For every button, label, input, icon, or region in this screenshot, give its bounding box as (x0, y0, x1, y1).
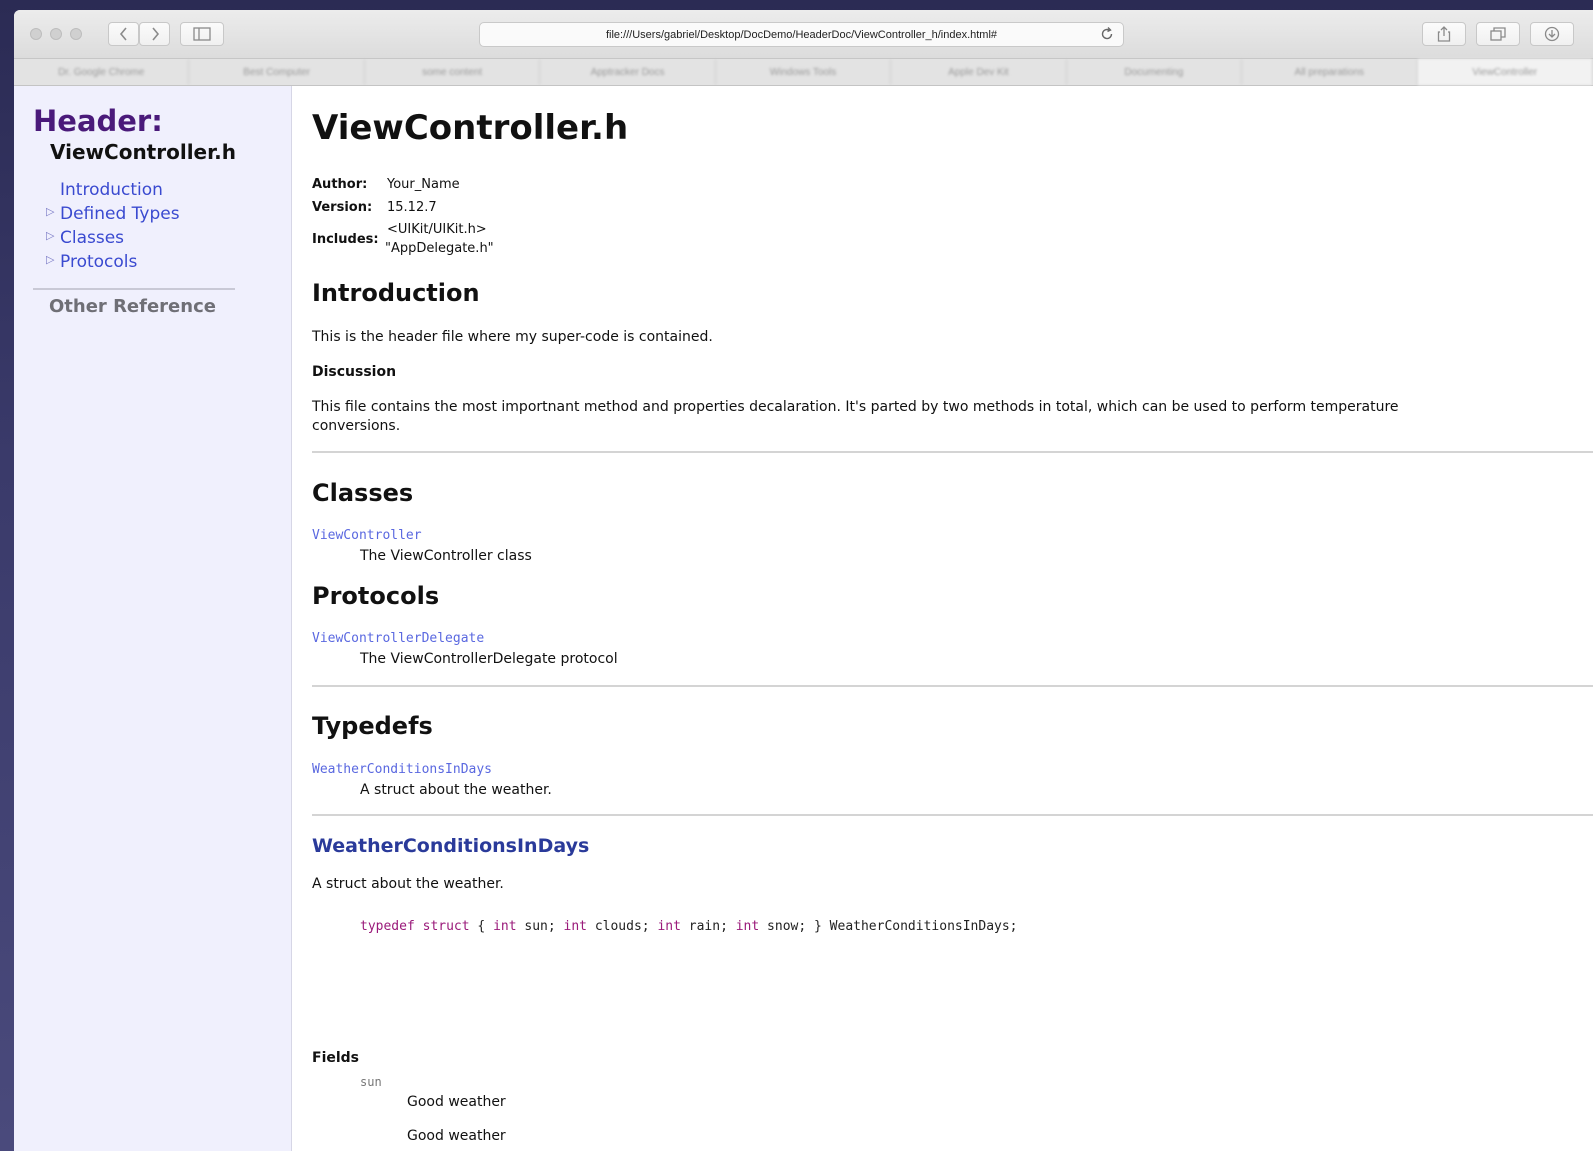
code-text: { (469, 919, 486, 934)
chevron-right-icon (151, 27, 159, 41)
code-text: sun; (516, 919, 556, 934)
bookmark-item[interactable]: Apptracker Docs (540, 59, 716, 85)
section-divider (312, 685, 1593, 687)
discussion-text: conversions. (312, 418, 401, 434)
disclosure-triangle-icon[interactable]: ▷ (46, 229, 54, 242)
code-keyword: int (657, 919, 681, 934)
tabs-overview-button[interactable] (1476, 22, 1520, 46)
download-icon (1544, 26, 1560, 42)
struct-declaration-code: typedef struct { int sun; int clouds; in… (360, 918, 1018, 936)
downloads-button[interactable] (1530, 22, 1574, 46)
struct-description: A struct about the weather. (312, 876, 504, 892)
author-label: Author: (312, 177, 368, 192)
introduction-text: This is the header file where my super-c… (312, 329, 713, 345)
code-keyword: int (563, 919, 587, 934)
struct-title: WeatherConditionsInDays (312, 835, 590, 857)
bookmark-item[interactable]: Apple Dev Kit (891, 59, 1067, 85)
bookmark-item[interactable]: some content (365, 59, 541, 85)
bookmark-item[interactable]: Windows Tools (716, 59, 892, 85)
sidebar-link-label: Classes (60, 228, 125, 248)
includes-value: <UIKit/UIKit.h> (387, 222, 487, 237)
sidebar-link-defined-types[interactable]: ▷ Defined Types (46, 204, 180, 224)
class-description: The ViewController class (360, 548, 532, 564)
code-keyword: int (735, 919, 760, 934)
protocol-link-viewcontrollerdelegate[interactable]: ViewControllerDelegate (312, 631, 484, 646)
disclosure-triangle-icon[interactable]: ▷ (46, 205, 54, 218)
section-heading-typedefs: Typedefs (312, 712, 433, 740)
sidebar-toggle-button[interactable] (180, 22, 224, 46)
code-text: clouds; (587, 919, 650, 934)
typedef-description: A struct about the weather. (360, 782, 552, 798)
section-divider (312, 814, 1593, 816)
fields-heading: Fields (312, 1050, 360, 1066)
bookmark-item-active[interactable]: ViewController (1417, 59, 1593, 85)
field-name: sun (360, 1075, 382, 1089)
field-description: Good weather (407, 1094, 506, 1110)
close-window-button[interactable] (30, 28, 42, 40)
code-text: rain; (680, 919, 728, 934)
class-link-viewcontroller[interactable]: ViewController (312, 528, 422, 543)
version-value: 15.12.7 (387, 200, 437, 215)
browser-toolbar: file:///Users/gabriel/Desktop/DocDemo/He… (14, 10, 1593, 59)
section-heading-classes: Classes (312, 479, 414, 507)
section-heading-protocols: Protocols (312, 582, 440, 610)
sidebar-header-label: Header: (33, 104, 163, 138)
tabs-icon (1490, 27, 1506, 41)
sidebar-link-classes[interactable]: ▷ Classes (46, 228, 125, 248)
protocol-description: The ViewControllerDelegate protocol (360, 651, 618, 667)
address-url: file:///Users/gabriel/Desktop/DocDemo/He… (605, 28, 998, 41)
sidebar-file-name: ViewController.h (50, 140, 236, 164)
code-text: snow; (759, 919, 807, 934)
browser-window: file:///Users/gabriel/Desktop/DocDemo/He… (14, 10, 1593, 1151)
includes-label: Includes: (312, 232, 379, 247)
sidebar-divider (33, 288, 235, 290)
back-button[interactable] (108, 22, 139, 46)
share-icon (1437, 26, 1451, 42)
section-divider (312, 451, 1593, 453)
bookmark-item[interactable]: Documenting (1067, 59, 1243, 85)
version-label: Version: (312, 200, 373, 215)
sidebar-link-label: Protocols (60, 252, 138, 272)
doc-content: ViewController.h Author: Your_Name Versi… (292, 86, 1593, 1151)
section-heading-introduction: Introduction (312, 279, 480, 307)
bookmark-item[interactable]: All preparations (1242, 59, 1418, 85)
reload-icon[interactable] (1099, 26, 1115, 42)
code-keyword: int (493, 919, 517, 934)
zoom-window-button[interactable] (70, 28, 82, 40)
sidebar-link-introduction[interactable]: Introduction (60, 180, 163, 200)
includes-value: "AppDelegate.h" (385, 241, 494, 256)
discussion-heading: Discussion (312, 364, 397, 380)
chevron-left-icon (119, 27, 127, 41)
sidebar-link-label: Defined Types (60, 204, 180, 224)
bookmark-item[interactable]: Best Computer (189, 59, 365, 85)
address-bar[interactable]: file:///Users/gabriel/Desktop/DocDemo/He… (479, 22, 1124, 47)
forward-button[interactable] (139, 22, 170, 46)
discussion-text: This file contains the most importnant m… (312, 399, 1399, 415)
typedef-link-weatherconditionsindays[interactable]: WeatherConditionsInDays (312, 762, 492, 777)
code-text: } WeatherConditionsInDays; (814, 919, 1018, 934)
sidebar-icon (193, 27, 211, 41)
bookmarks-bar: Dr. Google Chrome Best Computer some con… (14, 59, 1593, 86)
toc-sidebar: Header: ViewController.h Introduction ▷ … (14, 86, 292, 1151)
sidebar-other-reference[interactable]: Other Reference (49, 296, 216, 317)
author-value: Your_Name (387, 177, 460, 192)
sidebar-link-protocols[interactable]: ▷ Protocols (46, 252, 138, 272)
code-keyword: typedef struct (360, 919, 470, 934)
field-description: Good weather (407, 1128, 506, 1144)
share-button[interactable] (1422, 22, 1466, 46)
minimize-window-button[interactable] (50, 28, 62, 40)
bookmark-item[interactable]: Dr. Google Chrome (14, 59, 190, 85)
page-title: ViewController.h (312, 108, 629, 148)
disclosure-triangle-icon[interactable]: ▷ (46, 253, 54, 266)
